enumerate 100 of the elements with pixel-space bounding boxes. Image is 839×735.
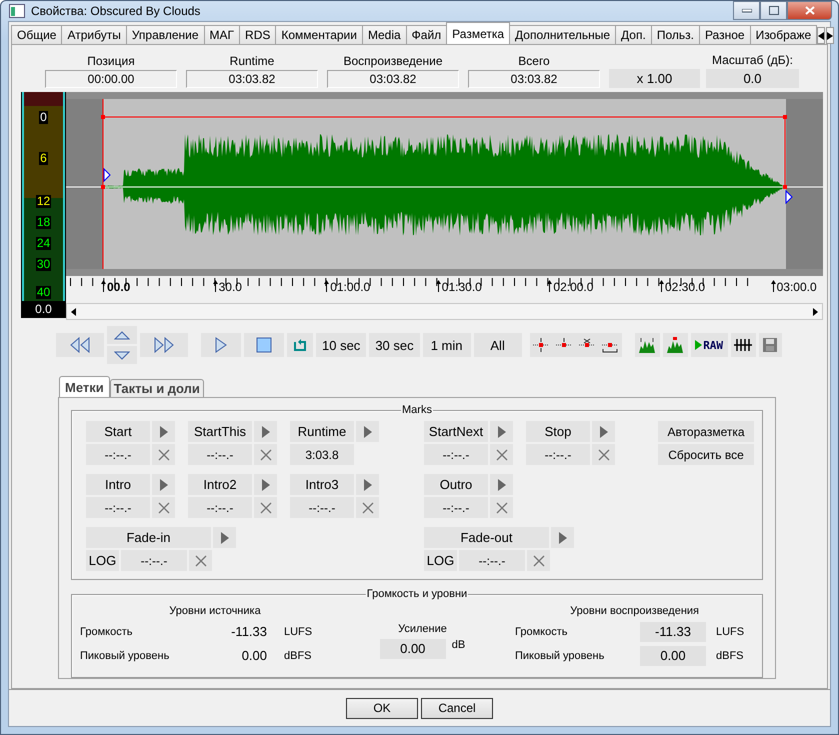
play-mark-button[interactable] xyxy=(356,474,379,495)
level-chart-icon xyxy=(638,336,656,354)
dialog-button[interactable]: Cancel xyxy=(421,698,493,718)
play-mark-button[interactable] xyxy=(254,421,277,442)
scroll-right-button[interactable] xyxy=(826,27,834,44)
marker-tool-button[interactable] xyxy=(530,333,553,357)
tab[interactable]: Доп. xyxy=(615,25,652,44)
stop-button[interactable] xyxy=(244,333,284,357)
zoom-range-button[interactable]: 30 sec xyxy=(369,333,420,357)
up-arrow-icon xyxy=(324,280,330,292)
tab[interactable]: Такты и доли xyxy=(110,379,204,397)
mark-button[interactable]: Runtime xyxy=(290,421,354,442)
fast-forward-button[interactable] xyxy=(140,333,188,357)
play-mark-button[interactable] xyxy=(152,474,175,495)
clear-mark-button[interactable] xyxy=(592,444,615,465)
clear-mark-button[interactable] xyxy=(356,497,379,518)
up-arrow-icon xyxy=(547,280,552,292)
mark-button[interactable]: Intro3 xyxy=(290,474,354,495)
zoom-range-button[interactable]: 10 sec xyxy=(316,333,366,357)
horizontal-scrollbar[interactable] xyxy=(66,303,823,320)
mark-button[interactable]: StartNext xyxy=(424,421,488,442)
tab[interactable]: RDS xyxy=(239,25,276,44)
clear-mark-button[interactable] xyxy=(254,497,277,518)
scroll-left-button[interactable] xyxy=(817,27,826,44)
tab[interactable]: Media xyxy=(362,25,407,44)
up-arrow-icon xyxy=(770,280,776,292)
close-icon xyxy=(158,502,170,514)
clear-mark-button[interactable] xyxy=(152,497,175,518)
tab[interactable]: Файл xyxy=(406,25,448,44)
up-arrow-icon xyxy=(659,280,664,292)
rewind-button[interactable] xyxy=(56,333,104,357)
clear-mark-button[interactable] xyxy=(189,550,212,571)
time-label: 00.0 xyxy=(101,280,130,294)
maximize-icon xyxy=(768,6,778,15)
loop-button[interactable] xyxy=(287,333,313,357)
down-button[interactable] xyxy=(107,346,137,364)
marker-tool-button[interactable] xyxy=(598,333,622,357)
mark-button[interactable]: StartThis xyxy=(188,421,252,442)
dialog-button[interactable]: OK xyxy=(346,698,418,718)
maximize-button[interactable] xyxy=(760,1,787,20)
window-icon xyxy=(9,4,25,18)
play-mark-button[interactable] xyxy=(254,474,277,495)
play-mark-button[interactable] xyxy=(551,527,574,548)
save-button[interactable] xyxy=(758,333,782,357)
tab[interactable]: Польз. xyxy=(650,25,700,44)
clear-mark-button[interactable] xyxy=(490,444,513,465)
level-view-button[interactable] xyxy=(662,333,688,357)
tab[interactable]: Атрибуты xyxy=(61,25,127,44)
tab[interactable]: Дополнительные xyxy=(509,25,616,44)
tab[interactable]: Разное xyxy=(698,25,751,44)
play-mark-button[interactable] xyxy=(152,421,175,442)
tab[interactable]: Общие xyxy=(11,25,62,44)
zoom-range-button[interactable]: All xyxy=(474,333,522,357)
right-arrow-icon xyxy=(827,32,834,40)
clear-mark-button[interactable] xyxy=(254,444,277,465)
end-handle-icon[interactable] xyxy=(786,190,793,204)
play-mark-button[interactable] xyxy=(356,421,379,442)
clear-mark-button[interactable] xyxy=(152,444,175,465)
tab[interactable]: Комментарии xyxy=(275,25,363,44)
play-mark-button[interactable] xyxy=(490,474,513,495)
play-mark-button[interactable] xyxy=(490,421,513,442)
clear-mark-button[interactable] xyxy=(490,497,513,518)
marker-icon xyxy=(532,337,550,353)
beat-grid-button[interactable] xyxy=(730,333,756,357)
tab[interactable]: Управление xyxy=(126,25,205,44)
play-mark-button[interactable] xyxy=(213,527,236,548)
scale-field[interactable]: 0.0 xyxy=(706,69,799,88)
tab[interactable]: Разметка xyxy=(446,22,510,44)
action-button[interactable]: Авторазметка xyxy=(658,421,754,442)
minimize-button[interactable] xyxy=(733,1,760,20)
up-arrow-icon xyxy=(212,280,218,292)
level-view-button[interactable] xyxy=(634,333,660,357)
action-button[interactable]: Сбросить все xyxy=(658,444,754,465)
play-button[interactable] xyxy=(201,333,241,357)
curve-mode-button[interactable]: LOG xyxy=(424,550,457,571)
clear-mark-button[interactable] xyxy=(527,550,550,571)
selection-marker[interactable] xyxy=(101,99,787,269)
play-mark-button[interactable] xyxy=(592,421,615,442)
close-button[interactable] xyxy=(787,1,832,20)
up-button[interactable] xyxy=(107,326,137,344)
mark-button[interactable]: Outro xyxy=(424,474,488,495)
mark-button[interactable]: Intro2 xyxy=(188,474,252,495)
curve-mode-button[interactable]: LOG xyxy=(86,550,119,571)
mark-button[interactable]: Start xyxy=(86,421,150,442)
grid-lines-icon xyxy=(733,338,754,352)
play-icon xyxy=(262,478,270,490)
up-arrow-icon xyxy=(114,330,130,340)
mark-button[interactable]: Intro xyxy=(86,474,150,495)
raw-button[interactable]: RAW xyxy=(690,333,728,357)
tab[interactable]: Изображе xyxy=(750,25,818,44)
mark-button[interactable]: Fade-in xyxy=(86,527,211,548)
gain-field[interactable]: 0.00 xyxy=(380,638,446,658)
mark-button[interactable]: Stop xyxy=(526,421,590,442)
tab[interactable]: МАГ xyxy=(204,25,240,44)
unit-label: dB xyxy=(452,639,466,651)
mark-button[interactable]: Fade-out xyxy=(424,527,549,548)
play-icon xyxy=(220,532,228,544)
zoom-range-button[interactable]: 1 min xyxy=(422,333,471,357)
tab[interactable]: Метки xyxy=(59,376,110,397)
group-title: Громкость и уровни xyxy=(366,587,468,601)
